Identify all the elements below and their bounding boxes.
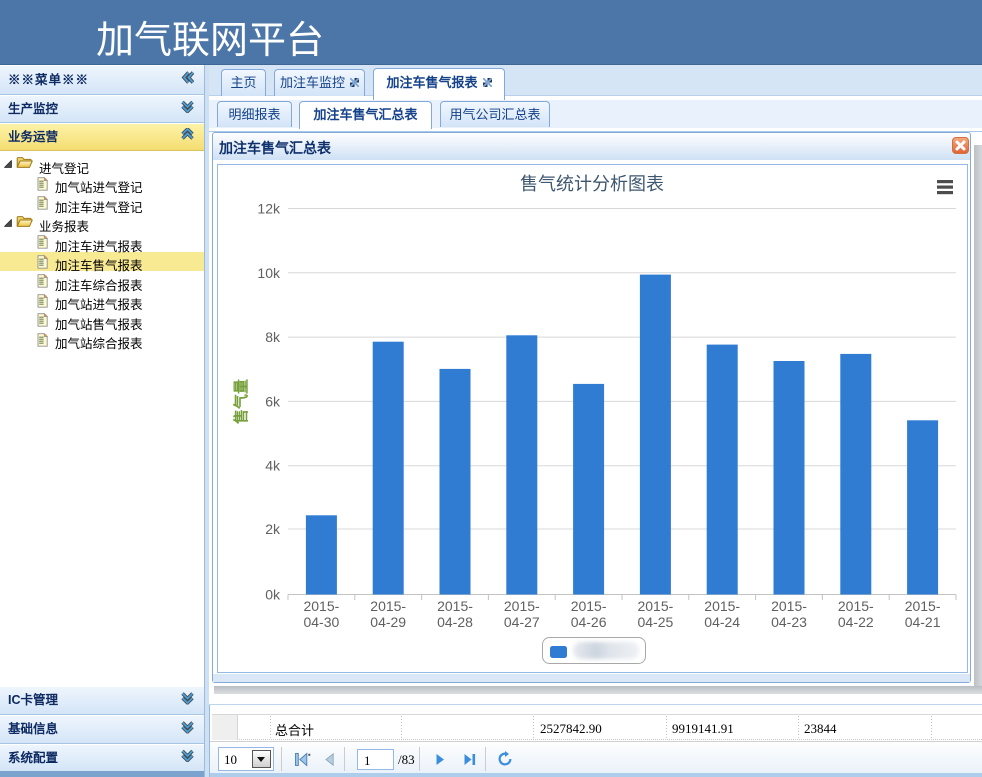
svg-text:2015-: 2015- [437,598,473,614]
svg-text:04-25: 04-25 [637,614,673,630]
svg-text:6k: 6k [265,393,281,409]
svg-text:04-27: 04-27 [504,614,540,630]
svg-text:2015-: 2015- [905,598,941,614]
svg-text:2015-: 2015- [704,598,740,614]
svg-text:10k: 10k [257,265,281,281]
svg-text:04-30: 04-30 [303,614,339,630]
svg-text:2015-: 2015- [637,598,673,614]
svg-text:4k: 4k [265,458,281,474]
svg-text:0k: 0k [265,587,281,603]
svg-text:12k: 12k [257,201,281,217]
svg-text:2015-: 2015- [303,598,339,614]
svg-text:04-29: 04-29 [370,614,406,630]
svg-text:售气统计分析图表: 售气统计分析图表 [520,174,664,194]
svg-text:2015-: 2015- [571,598,607,614]
svg-text:04-24: 04-24 [704,614,740,630]
svg-text:04-22: 04-22 [838,614,874,630]
svg-text:8k: 8k [265,329,281,345]
svg-text:2015-: 2015- [838,598,874,614]
svg-text:04-21: 04-21 [905,614,941,630]
svg-text:2015-: 2015- [504,598,540,614]
svg-text:04-28: 04-28 [437,614,473,630]
svg-text:2015-: 2015- [370,598,406,614]
svg-text:04-26: 04-26 [571,614,607,630]
svg-text:04-23: 04-23 [771,614,807,630]
svg-text:售气量: 售气量 [232,379,250,424]
svg-text:2k: 2k [265,521,281,537]
svg-text:2015-: 2015- [771,598,807,614]
